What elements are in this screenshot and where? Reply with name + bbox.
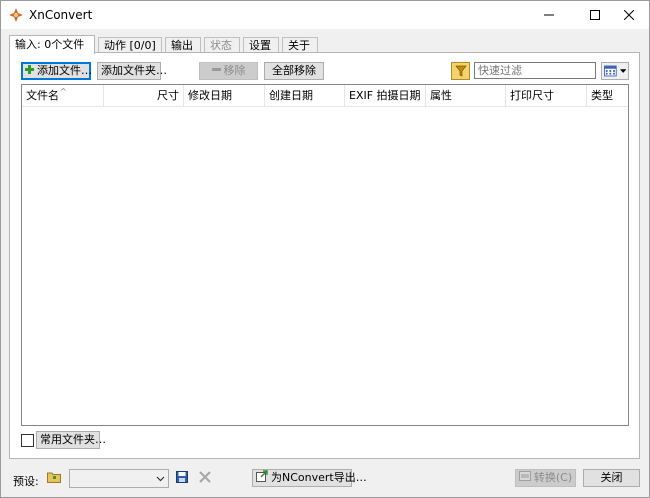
close-icon [624, 10, 634, 20]
column-header-print-size[interactable]: 打印尺寸 [506, 85, 587, 107]
filter-button[interactable] [451, 62, 470, 80]
remove-all-label: 全部移除 [272, 64, 316, 77]
convert-label: 转换(C) [533, 471, 573, 484]
window-title: XnConvert [29, 8, 93, 22]
preset-label: 预设: [13, 475, 39, 488]
column-label: 修改日期 [188, 89, 232, 102]
save-preset-icon[interactable] [176, 471, 188, 486]
view-mode-button[interactable] [601, 62, 629, 80]
tab-status[interactable]: 状态 [204, 37, 240, 53]
title-bar: XnConvert [1, 1, 649, 29]
add-plus-icon [25, 63, 34, 79]
maximize-icon [590, 10, 600, 20]
xnconvert-logo-icon [8, 7, 24, 23]
column-header-created[interactable]: 创建日期 [265, 85, 345, 107]
minus-icon [211, 63, 221, 79]
delete-preset-icon[interactable] [199, 471, 211, 486]
convert-icon [518, 470, 531, 486]
add-files-label: 添加文件… [37, 64, 92, 77]
tab-output[interactable]: 输出 [165, 37, 201, 53]
tab-about[interactable]: 关于 [282, 37, 318, 53]
minimize-button[interactable] [529, 1, 569, 29]
sort-ascending-icon: ^ [60, 87, 67, 96]
column-label: 打印尺寸 [510, 89, 554, 102]
remove-button[interactable]: 移除 [199, 62, 258, 80]
column-header-attributes[interactable]: 属性 [426, 85, 506, 107]
column-label: 文件名 [26, 89, 59, 102]
close-button[interactable] [609, 1, 649, 29]
remove-all-button[interactable]: 全部移除 [264, 62, 324, 80]
tab-actions[interactable]: 动作 [0/0] [98, 37, 162, 53]
column-header-filename[interactable]: 文件名 ^ [22, 85, 104, 107]
column-label: EXIF 拍摄日期 [349, 89, 421, 102]
chevron-down-icon [619, 68, 626, 73]
chevron-down-icon [156, 476, 165, 482]
open-folder-icon[interactable] [47, 471, 61, 486]
favorites-checkbox[interactable] [21, 434, 34, 447]
file-list-header: 文件名 ^ 尺寸 修改日期 创建日期 EXIF 拍摄日期 属性 打印尺寸 类型 [22, 85, 628, 107]
column-label: 属性 [430, 89, 452, 102]
add-folder-label: 添加文件夹… [101, 64, 167, 77]
add-folder-button[interactable]: 添加文件夹… [97, 62, 167, 80]
convert-button[interactable]: 转换(C) [515, 469, 576, 487]
add-files-button[interactable]: 添加文件… [21, 62, 92, 80]
tab-input[interactable]: 输入: 0个文件 [9, 35, 95, 54]
preset-dropdown[interactable] [69, 469, 169, 488]
favorite-folders-button[interactable]: 常用文件夹… [36, 431, 106, 449]
column-header-size[interactable]: 尺寸 [104, 85, 184, 107]
column-label: 创建日期 [269, 89, 313, 102]
minimize-icon [544, 14, 554, 16]
filter-funnel-icon [454, 65, 467, 77]
export-nconvert-button[interactable]: 为NConvert导出… [252, 469, 367, 487]
grid-view-icon [604, 65, 617, 77]
export-icon [256, 469, 268, 487]
favorite-folders-label: 常用文件夹… [40, 433, 106, 446]
column-label: 尺寸 [157, 89, 179, 102]
column-header-modified[interactable]: 修改日期 [184, 85, 265, 107]
column-header-type[interactable]: 类型 [587, 85, 628, 107]
column-header-exif-date[interactable]: EXIF 拍摄日期 [345, 85, 426, 107]
tab-settings[interactable]: 设置 [243, 37, 279, 53]
close-dialog-button[interactable]: 关闭 [583, 469, 640, 487]
column-label: 类型 [591, 89, 613, 102]
app-window: XnConvert 输入: 0个文件 动作 [0/0] 输出 状态 设置 关于 … [0, 0, 650, 498]
remove-label: 移除 [223, 64, 246, 77]
close-dialog-label: 关闭 [600, 471, 623, 484]
quick-filter-input[interactable] [474, 62, 596, 79]
export-nconvert-label: 为NConvert导出… [271, 471, 367, 484]
file-list[interactable]: 文件名 ^ 尺寸 修改日期 创建日期 EXIF 拍摄日期 属性 打印尺寸 类型 [21, 84, 629, 426]
